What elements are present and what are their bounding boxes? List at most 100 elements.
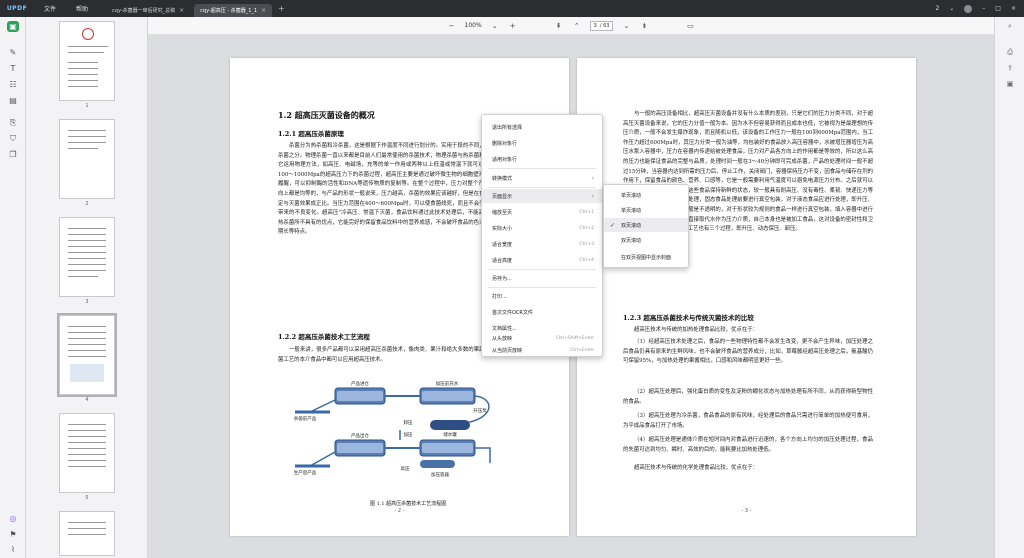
thumbnail-page[interactable] bbox=[59, 511, 115, 556]
first-page-icon[interactable]: ⇞ bbox=[554, 21, 564, 31]
diagram-label: 储水罐 bbox=[443, 431, 457, 438]
new-tab-plus-icon[interactable]: + bbox=[278, 4, 285, 13]
comment-icon[interactable]: ✎ bbox=[7, 47, 19, 58]
last-page-icon[interactable]: ⇟ bbox=[639, 21, 649, 31]
paragraph: （2）超高压处理后，强化蛋白质的变性及淀粉的糊化状态与加热处理有所不同，从而获得… bbox=[623, 389, 873, 405]
submenu-item-selected[interactable]: ✓ 双页滚动 bbox=[604, 218, 688, 232]
diagram-label: 生产后产品 bbox=[294, 469, 317, 476]
thumbnail-page[interactable] bbox=[59, 21, 115, 101]
thumbnail-number: 5 bbox=[85, 495, 89, 501]
avatar[interactable] bbox=[964, 4, 973, 13]
document-page-right: 与一般的高压设备相比，超高压灭菌设备并没有什么本质的差别，只是它们的压力分类不同… bbox=[577, 58, 916, 536]
context-menu-item-page-display[interactable]: 页面显示 › bbox=[482, 189, 602, 203]
form-icon[interactable]: ☷ bbox=[7, 79, 19, 90]
current-page: 3 bbox=[593, 22, 597, 29]
organize-icon[interactable]: ▤ bbox=[7, 95, 19, 106]
previous-page-icon[interactable]: ⌃ bbox=[572, 21, 582, 31]
context-menu-item[interactable]: 从当前页放映 Ctrl+Enter bbox=[482, 343, 602, 357]
seal-icon bbox=[82, 28, 94, 40]
submenu-item[interactable]: 单页滚动 bbox=[604, 203, 688, 217]
page-indicator: 2 bbox=[935, 5, 940, 12]
chevron-right-icon: › bbox=[591, 192, 594, 200]
attachment-icon[interactable]: ⌇ bbox=[7, 544, 19, 555]
context-menu-item[interactable]: 适合宽度 Ctrl+3 bbox=[482, 237, 602, 251]
chevron-down-icon[interactable]: ⌄ bbox=[490, 21, 500, 31]
page-number: - 3 - bbox=[741, 508, 752, 514]
diagram-label: 产品进仓 bbox=[351, 380, 369, 387]
tab-document-2[interactable]: cqy-超高压 - 杀菌器_1_1 × bbox=[194, 4, 273, 17]
subsection-title: 1.2.2 超高压杀菌技术工艺流程 bbox=[278, 333, 370, 341]
thumbnail-page[interactable] bbox=[59, 119, 115, 199]
context-menu-item[interactable]: 另存为... bbox=[482, 271, 602, 285]
tab-label: cqy-超高压 - 杀菌器_1_1 bbox=[200, 8, 258, 14]
minimize-icon[interactable]: – bbox=[982, 5, 985, 12]
app-logo: UPDF bbox=[6, 5, 28, 12]
context-menu-item[interactable]: 首次文件OCR文件 bbox=[482, 305, 602, 319]
next-page-icon[interactable]: ⌄ bbox=[621, 21, 631, 31]
paragraph: （4）超高压处理是通体介质在短时间内对食品进行迅速的，各个方向上均匀的加压处理过… bbox=[623, 437, 873, 453]
context-menu-item[interactable]: 删除对象行 bbox=[482, 136, 602, 150]
close-icon[interactable]: × bbox=[179, 7, 184, 14]
export-icon[interactable]: ⎙ bbox=[1005, 47, 1015, 57]
thumbnail-page[interactable] bbox=[59, 413, 115, 493]
close-icon[interactable]: × bbox=[261, 7, 266, 14]
menu-file[interactable]: 文件 bbox=[34, 4, 66, 13]
thumbnail-number: 3 bbox=[85, 299, 89, 305]
zoom-level[interactable]: 100% bbox=[465, 22, 482, 29]
share-icon[interactable]: ⇪ bbox=[1005, 63, 1015, 73]
process-diagram: 产品进仓 加压前充水 杀菌前产品 产品出仓 卸压 储水罐 加压 升压泵 生产后产… bbox=[294, 380, 491, 478]
page-display-submenu: 单页滚动 单页滚动 ✓ 双页滚动 双页滚动 在双页视图中显示封面 bbox=[603, 184, 689, 268]
subsection-title: 1.2.1 超高压杀菌原理 bbox=[278, 130, 344, 138]
context-menu-item[interactable]: 缩放至页 Ctrl+1 bbox=[482, 205, 602, 219]
context-menu-item[interactable]: 转换模式 › bbox=[482, 171, 602, 185]
paragraph: 超高压技术与传统的加热处理食品比较，优点在于： bbox=[634, 327, 758, 333]
diagram-label: 杀菌前产品 bbox=[294, 415, 317, 422]
thumbnail-page[interactable] bbox=[57, 313, 117, 397]
zoom-in-icon[interactable]: + bbox=[508, 21, 518, 31]
search-icon[interactable]: ⌕ bbox=[1005, 21, 1015, 31]
reader-icon[interactable]: ▣ bbox=[7, 21, 19, 32]
bookmark-icon[interactable]: ⚑ bbox=[7, 529, 19, 540]
submenu-item[interactable]: 单页滚动 bbox=[604, 188, 688, 202]
left-toolbar: ▣ ✎ T ☷ ▤ ⎘ ⛉ ❐ ◎ ⚑ ⌇ bbox=[0, 17, 26, 558]
context-menu-item[interactable]: 适合高度 Ctrl+4 bbox=[482, 253, 602, 267]
thumbnail-page[interactable] bbox=[59, 217, 115, 297]
context-menu: 退出所有选择 删除对象行 适用对象行 转换模式 › 页面显示 › 缩放至页 Ctrl+… bbox=[481, 114, 603, 357]
chevron-down-icon[interactable]: ⌄ bbox=[949, 5, 954, 12]
tab-document-1[interactable]: cqy-杀菌器一审后研究_总稿 × bbox=[106, 4, 190, 17]
protect-icon[interactable]: ⛉ bbox=[7, 133, 19, 144]
submenu-item[interactable]: 在双页视图中显示封面 bbox=[604, 250, 688, 264]
presentation-icon[interactable]: ▭ bbox=[685, 21, 695, 31]
submenu-item[interactable]: 双页滚动 bbox=[604, 233, 688, 247]
paragraph: 超高压技术与传统的化学处理食品比较，优点在于： bbox=[634, 465, 758, 471]
layers-icon[interactable]: ❐ bbox=[7, 149, 19, 160]
edit-icon[interactable]: T bbox=[7, 63, 19, 74]
total-pages: / 63 bbox=[599, 22, 610, 29]
context-menu-item[interactable]: 适用对象行 bbox=[482, 152, 602, 166]
context-menu-item[interactable]: 实际大小 Ctrl+2 bbox=[482, 221, 602, 235]
thumbnail-number: 4 bbox=[85, 397, 89, 403]
title-bar: UPDF 文件 帮助 cqy-杀菌器一审后研究_总稿 × cqy-超高压 - 杀… bbox=[0, 0, 1024, 17]
diagram-label: 加压容器 bbox=[431, 471, 449, 478]
diagram-label: 高压 bbox=[401, 465, 410, 472]
subsection-title: 1.2.3 超高压杀菌技术与传统灭菌技术的比较 bbox=[623, 314, 754, 322]
paragraph: （3）超高压处理为冷杀菌，食品食品的原有风味，经处理后的食品只需进行简单的加热便… bbox=[623, 413, 873, 429]
menu-help[interactable]: 帮助 bbox=[66, 4, 98, 13]
figure-caption: 图 1.1 超高压杀菌技术工艺流程图 bbox=[370, 501, 447, 507]
section-title: 1.2 超高压灭菌设备的概况 bbox=[278, 110, 375, 120]
diagram-label: 升压泵 bbox=[473, 407, 487, 414]
page-number-input[interactable]: 3 / 63 bbox=[589, 20, 614, 31]
thumbnail-number: 2 bbox=[85, 201, 89, 207]
close-window-icon[interactable]: × bbox=[1011, 5, 1016, 12]
context-menu-item[interactable]: 打印... bbox=[482, 289, 602, 303]
save-icon[interactable]: ▣ bbox=[1005, 79, 1015, 89]
zoom-out-icon[interactable]: − bbox=[447, 21, 457, 31]
maximize-icon[interactable]: □ bbox=[995, 5, 1001, 12]
figure-thumbnail bbox=[70, 364, 104, 382]
context-menu-item[interactable]: 退出所有选择 bbox=[482, 120, 602, 134]
ai-assistant-icon[interactable]: ◎ bbox=[7, 513, 19, 524]
checkmark-icon: ✓ bbox=[610, 221, 616, 229]
thumbnail-number: 1 bbox=[85, 103, 89, 109]
page-number: - 2 - bbox=[394, 508, 405, 514]
ocr-icon[interactable]: ⎘ bbox=[7, 117, 19, 128]
